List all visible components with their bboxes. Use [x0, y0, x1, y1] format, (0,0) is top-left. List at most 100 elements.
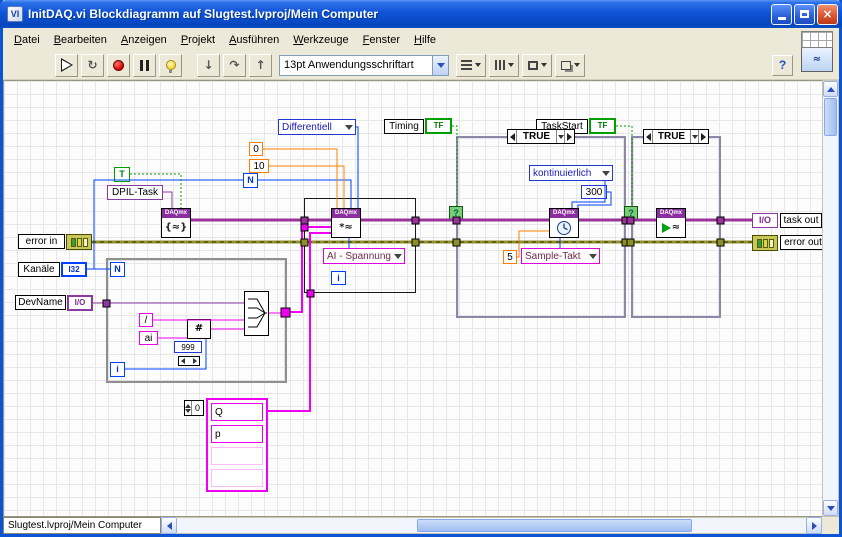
constant-rate[interactable]: 5: [503, 250, 517, 264]
scroll-down-button[interactable]: [823, 500, 838, 516]
vi-icon-thumbnail[interactable]: ≈: [801, 48, 833, 72]
constant-min[interactable]: 0: [249, 142, 263, 156]
concatenate-strings-function[interactable]: [244, 291, 269, 336]
menu-item-anzeigen[interactable]: Anzeigen: [114, 31, 174, 49]
terminal-kanaele-i32[interactable]: I32: [61, 262, 87, 277]
terminal-devname-io[interactable]: I/O: [67, 295, 93, 311]
daqmx-create-channel-vi[interactable]: DAQmx *≈: [331, 208, 361, 238]
array-index-box[interactable]: 0: [184, 400, 204, 416]
help-button[interactable]: ?: [772, 54, 793, 76]
horizontal-scroll-thumb[interactable]: [417, 519, 692, 532]
menu-item-werkzeuge[interactable]: Werkzeuge: [286, 31, 355, 49]
case-structure-timing[interactable]: [456, 136, 626, 318]
start-task-icon: ≈: [657, 218, 685, 237]
case-selector-label[interactable]: TRUE: [653, 131, 690, 142]
step-over-button[interactable]: ↷: [223, 53, 246, 77]
menu-item-projekt[interactable]: Projekt: [174, 31, 222, 49]
labview-app-icon: VI: [7, 6, 23, 22]
array-element-0[interactable]: Q: [211, 403, 263, 421]
horizontal-scroll-track[interactable]: [177, 517, 806, 534]
menu-item-datei[interactable]: Datei: [7, 31, 47, 49]
case-prev-arrow[interactable]: [644, 130, 653, 143]
constant-samples[interactable]: 300: [581, 185, 607, 199]
enum-terminal-config[interactable]: Differentiell: [278, 119, 356, 135]
ring-channel-type[interactable]: AI - Spannung: [323, 248, 405, 264]
help-icon: ?: [778, 58, 787, 72]
loop-iteration-terminal[interactable]: i: [110, 362, 125, 377]
array-element-empty: [211, 469, 263, 487]
font-selector-arrow[interactable]: [432, 55, 448, 75]
step-out-button[interactable]: ↑: [249, 53, 272, 77]
case-selector-label[interactable]: TRUE: [517, 131, 556, 142]
constant-max[interactable]: 10: [249, 159, 269, 173]
dropdown-arrow-icon: [589, 253, 597, 259]
vi-icon-pane[interactable]: ≈: [801, 31, 833, 73]
resize-objects-icon: [527, 60, 538, 70]
case-prev-arrow[interactable]: [508, 130, 517, 143]
arrow-up-icon: [185, 401, 191, 408]
constant-999[interactable]: 999: [174, 341, 202, 353]
menu-item-ausfhren[interactable]: Ausführen: [222, 31, 286, 49]
terminal-taskstart-tf[interactable]: TF: [589, 118, 616, 134]
font-selector-value: 13pt Anwendungsschriftart: [284, 59, 414, 71]
block-diagram-canvas[interactable]: TRUE TRUE ? ? Differentiell Timing TF Ta…: [3, 80, 822, 517]
minimize-button[interactable]: [771, 3, 792, 25]
pad-width-box[interactable]: [178, 356, 200, 366]
daqmx-timing-vi[interactable]: DAQmx: [549, 208, 579, 238]
titlebar[interactable]: VI InitDAQ.vi Blockdiagramm auf Slugtest…: [0, 0, 842, 28]
daqmx-create-task-vi[interactable]: DAQmx {≈}: [161, 208, 191, 238]
format-icon: #: [194, 323, 204, 334]
font-selector[interactable]: 13pt Anwendungsschriftart: [279, 54, 449, 76]
align-objects-dropdown[interactable]: [456, 53, 486, 77]
resize-objects-dropdown[interactable]: [522, 53, 552, 77]
constant-n[interactable]: N: [243, 173, 258, 188]
vertical-scrollbar[interactable]: [822, 80, 839, 517]
string-constant-slash[interactable]: /: [139, 313, 153, 327]
terminal-error-in[interactable]: [66, 234, 92, 250]
scroll-left-button[interactable]: [161, 517, 177, 534]
run-button[interactable]: [55, 53, 78, 77]
number-to-string-function[interactable]: #: [187, 319, 211, 339]
case-dropdown[interactable]: [690, 130, 699, 143]
vertical-scroll-thumb[interactable]: [824, 98, 837, 136]
case-selector-start[interactable]: TRUE: [643, 129, 709, 144]
menu-item-bearbeiten[interactable]: Bearbeiten: [47, 31, 114, 49]
menu-item-fenster[interactable]: Fenster: [356, 31, 407, 49]
terminal-timing-tf[interactable]: TF: [425, 118, 452, 134]
step-into-button[interactable]: ↓: [197, 53, 220, 77]
case-selector-terminal[interactable]: ?: [624, 206, 638, 220]
case-selector-timing[interactable]: TRUE: [507, 129, 575, 144]
chevron-down-icon: [475, 63, 481, 67]
scroll-right-button[interactable]: [806, 517, 822, 534]
index-arrows[interactable]: [185, 401, 192, 415]
daqmx-start-task-vi[interactable]: DAQmx ≈: [656, 208, 686, 238]
run-continuous-button[interactable]: ↻: [81, 53, 104, 77]
scroll-up-button[interactable]: [823, 81, 838, 97]
terminal-error-out[interactable]: [752, 235, 778, 251]
connector-pane-icon[interactable]: [801, 31, 833, 48]
string-array-constant[interactable]: Q p: [206, 398, 268, 492]
case-next-arrow[interactable]: [699, 130, 708, 143]
abort-button[interactable]: [107, 53, 130, 77]
maximize-button[interactable]: [794, 3, 815, 25]
highlight-execution-button[interactable]: [159, 53, 182, 77]
step-into-icon: ↓: [203, 58, 214, 72]
reorder-dropdown[interactable]: [555, 53, 585, 77]
terminal-task-out-io[interactable]: I/O: [752, 213, 778, 228]
vertical-scroll-track[interactable]: [823, 97, 838, 500]
case-next-arrow[interactable]: [565, 130, 574, 143]
close-button[interactable]: ×: [817, 3, 838, 25]
loop-count-terminal[interactable]: N: [110, 262, 125, 277]
true-constant[interactable]: T: [114, 167, 130, 182]
task-name-constant[interactable]: DPIL-Task: [107, 185, 163, 200]
enum-sample-mode[interactable]: kontinuierlich: [529, 165, 613, 181]
ring-clock-source[interactable]: Sample-Takt: [521, 248, 600, 264]
array-element-1[interactable]: p: [211, 425, 263, 443]
distribute-objects-dropdown[interactable]: [489, 53, 519, 77]
menu-item-hilfe[interactable]: Hilfe: [407, 31, 443, 49]
case-dropdown[interactable]: [556, 130, 565, 143]
case-selector-terminal[interactable]: ?: [449, 206, 463, 220]
pause-button[interactable]: [133, 53, 156, 77]
instance-box[interactable]: i: [331, 271, 346, 285]
string-constant-ai[interactable]: ai: [139, 331, 158, 345]
